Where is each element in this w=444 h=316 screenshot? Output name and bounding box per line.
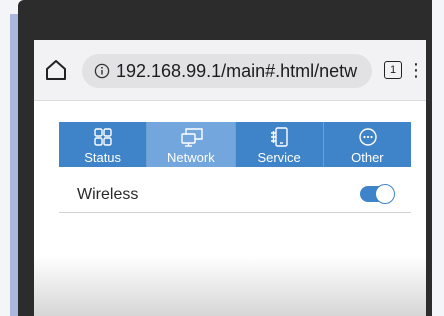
tab-status-label: Status — [84, 150, 122, 165]
tab-network[interactable]: Network — [146, 122, 235, 167]
bottom-fade — [34, 256, 426, 316]
right-background — [432, 0, 444, 316]
url-text: 192.168.99.1/main#.html/netw — [116, 61, 358, 81]
tab-status[interactable]: Status — [59, 122, 147, 167]
info-icon[interactable] — [94, 63, 110, 79]
tab-other-label: Other — [351, 150, 384, 165]
network-monitors-icon — [181, 128, 203, 147]
service-device-icon — [270, 127, 288, 147]
wireless-label: Wireless — [77, 186, 139, 203]
wireless-row: Wireless — [59, 182, 411, 213]
tab-service-label: Service — [257, 150, 301, 165]
tab-network-label: Network — [167, 150, 215, 165]
kebab-menu-icon[interactable]: ⋮ — [407, 58, 425, 82]
nav-tabs: Status Network Service Other — [59, 122, 411, 167]
home-icon — [46, 60, 66, 80]
browser-toolbar: 192.168.99.1/main#.html/netw 1 ⋮ — [34, 40, 426, 101]
router-page: Status Network Service Other Wireless — [34, 101, 426, 256]
tab-other[interactable]: Other — [322, 122, 411, 167]
home-button[interactable] — [44, 58, 68, 82]
phone-screen: 192.168.99.1/main#.html/netw 1 ⋮ Status — [34, 40, 426, 316]
wireless-toggle[interactable] — [360, 184, 395, 204]
toggle-knob — [375, 184, 395, 204]
tab-count-button[interactable]: 1 — [384, 61, 402, 79]
url-field[interactable]: 192.168.99.1/main#.html/netw — [82, 54, 372, 88]
other-dots-icon — [359, 128, 377, 146]
status-grid-icon — [94, 128, 112, 146]
tab-service[interactable]: Service — [234, 122, 323, 167]
